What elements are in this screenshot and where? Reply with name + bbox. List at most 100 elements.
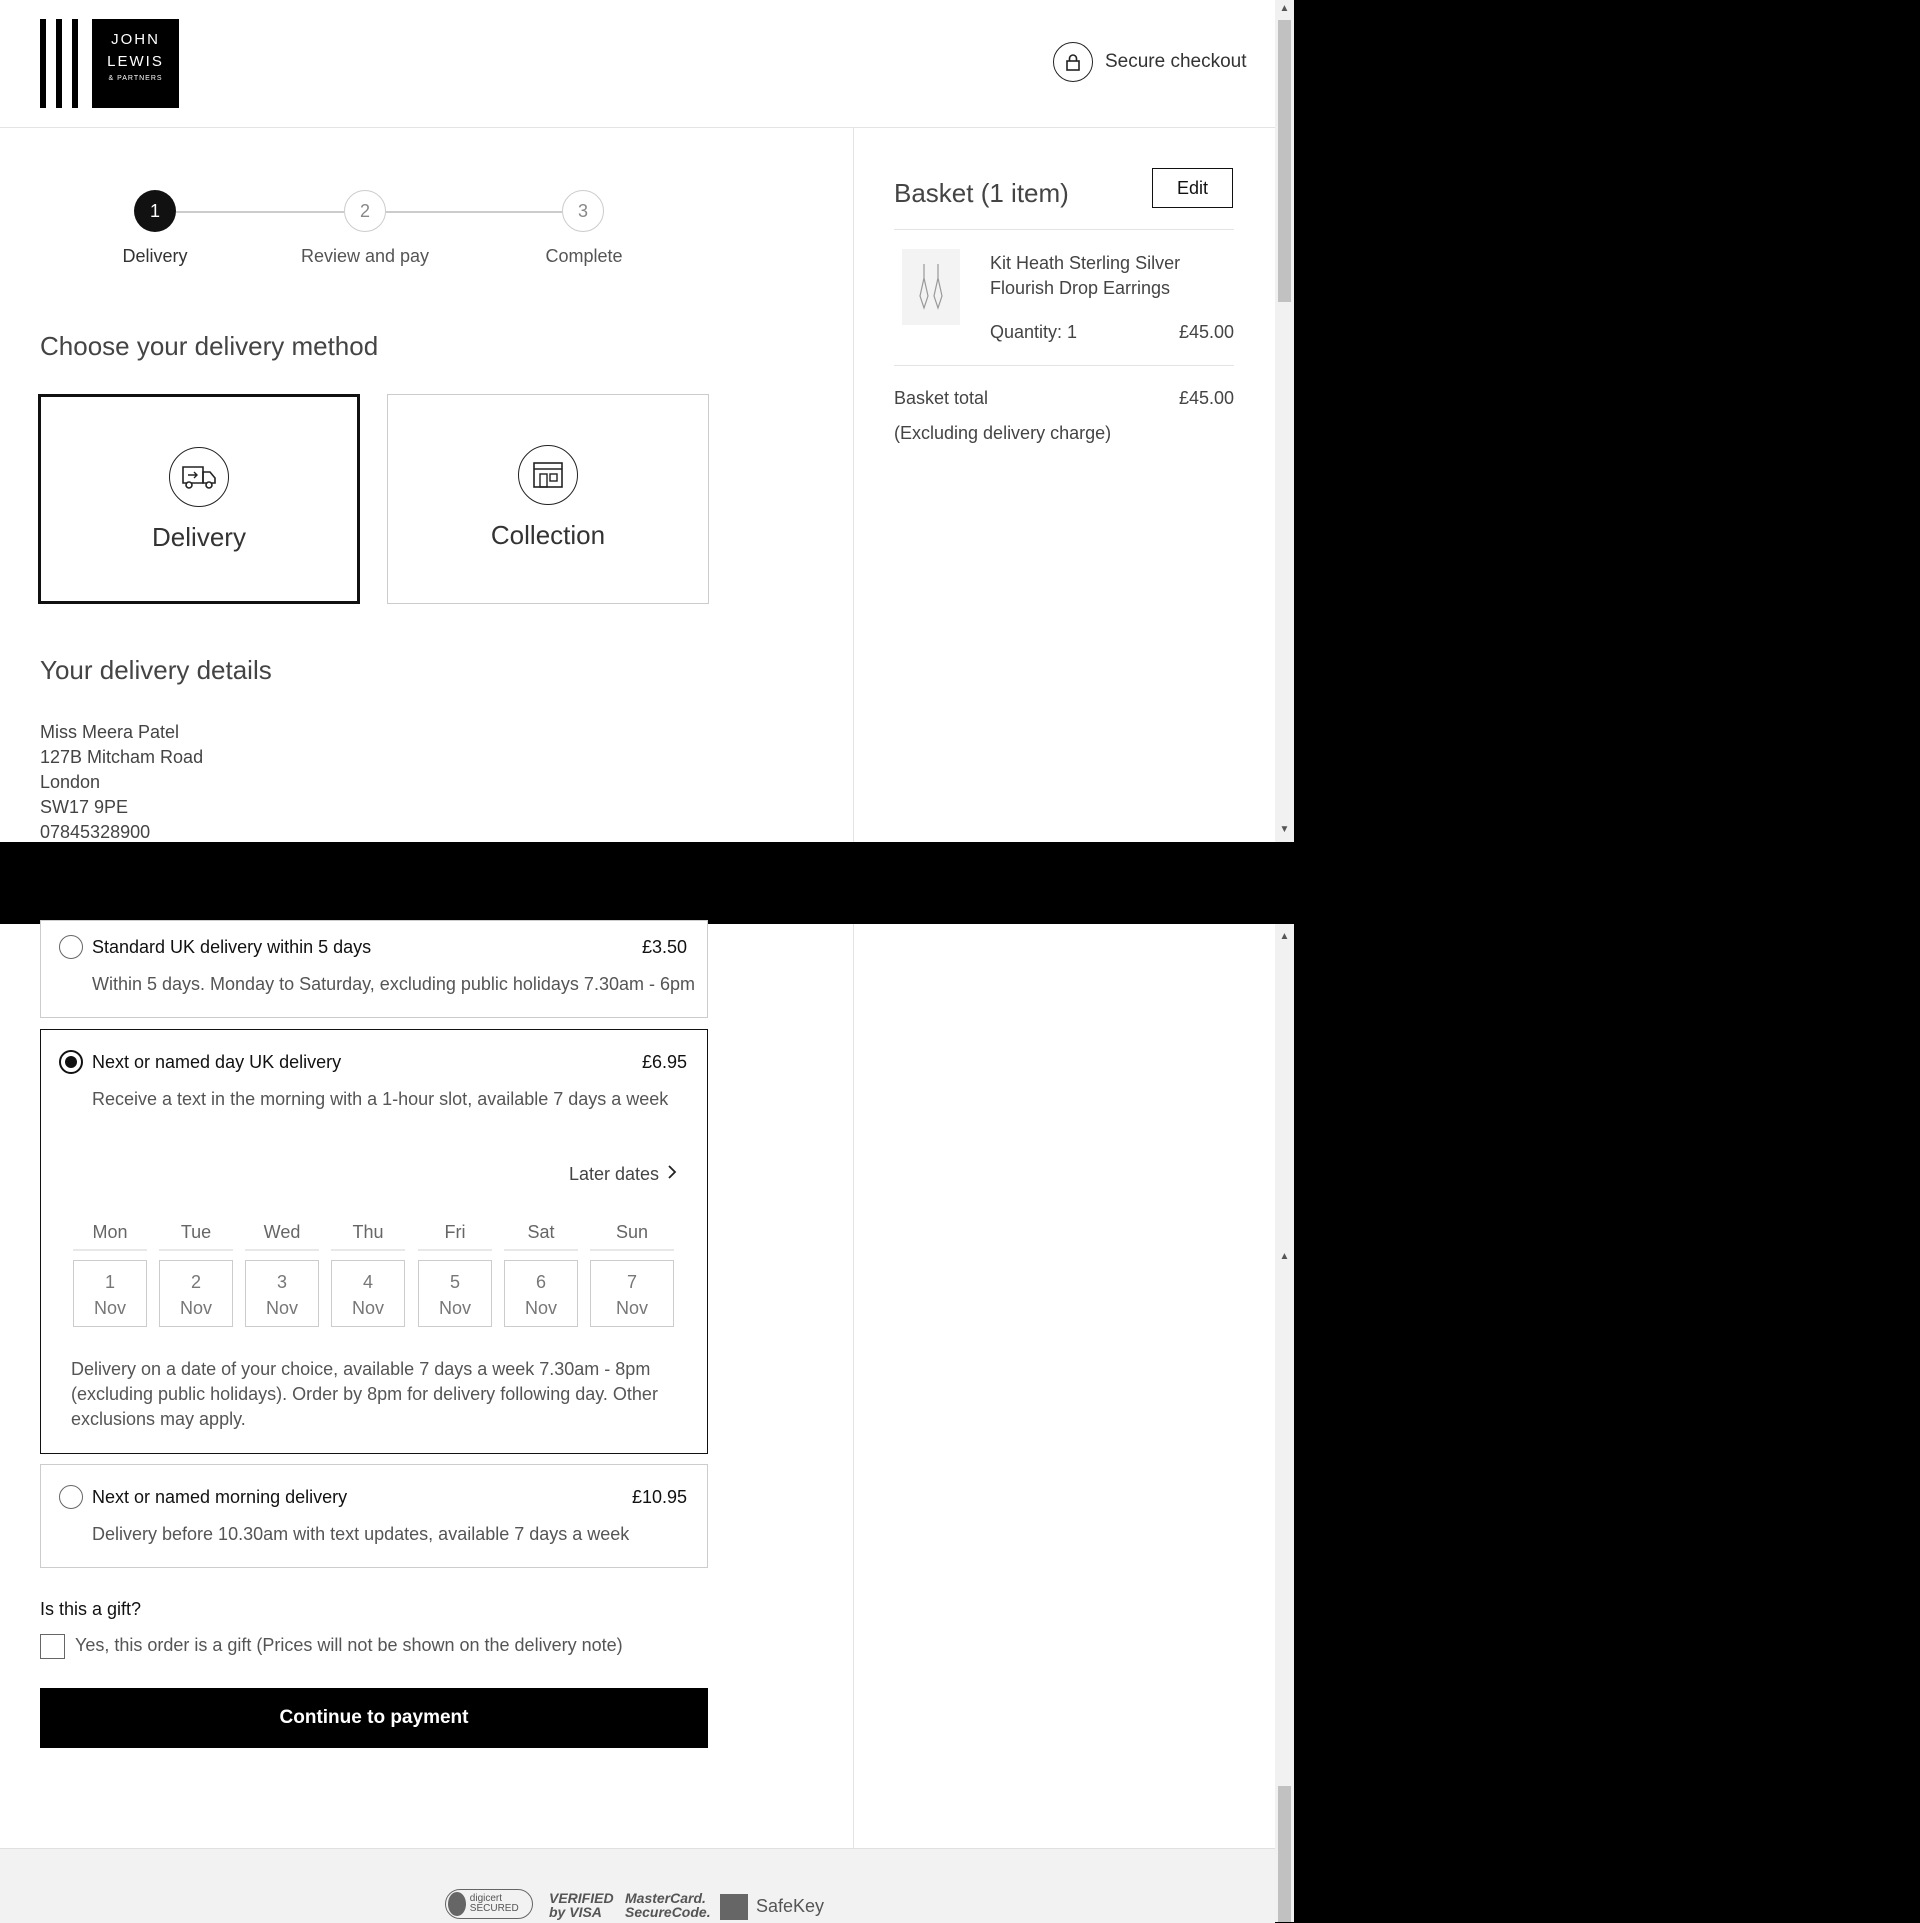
basket-total-value: £45.00 [1178, 388, 1234, 408]
radio-morning[interactable] [59, 1485, 83, 1509]
day-name: Sun [590, 1222, 674, 1251]
date-cell[interactable]: 1 Nov [73, 1260, 147, 1327]
scroll-up-arrow[interactable]: ▲ [1277, 930, 1292, 944]
logo-bar [56, 19, 62, 108]
product-name[interactable]: Kit Heath Sterling Silver Flourish Drop … [990, 251, 1180, 301]
delivery-method-collection[interactable]: Collection [387, 394, 709, 604]
date-cell[interactable]: 5 Nov [418, 1260, 492, 1327]
later-dates-link[interactable]: Later dates [569, 1164, 677, 1185]
basket-divider [894, 229, 1234, 230]
note-line: Delivery on a date of your choice, avail… [71, 1359, 651, 1379]
date-cell[interactable]: 3 Nov [245, 1260, 319, 1327]
basket-title: Basket (1 item) [894, 178, 1069, 208]
delivery-option-next-day[interactable] [40, 1029, 708, 1133]
gift-checkbox-label[interactable]: Yes, this order is a gift (Prices will n… [75, 1635, 623, 1656]
date-month: Nov [265, 1298, 298, 1318]
step-connector [176, 211, 344, 213]
column-divider [853, 924, 854, 1848]
scroll-up-arrow[interactable]: ▲ [1277, 1250, 1292, 1264]
option-description: Delivery before 10.30am with text update… [92, 1524, 630, 1544]
address-postcode: SW17 9PE [40, 797, 129, 817]
day-name: Fri [418, 1222, 492, 1251]
delivery-van-icon [169, 447, 229, 507]
scrollbar-thumb[interactable] [1278, 20, 1291, 302]
basket-total-label: Basket total [894, 388, 989, 408]
logo-wordmark: JOHN LEWIS & PARTNERS [92, 19, 179, 108]
step-connector [386, 211, 562, 213]
step-number: 3 [577, 200, 588, 221]
step-3-label: Complete [545, 246, 623, 266]
date-month: Nov [351, 1298, 384, 1318]
radio-next-day[interactable] [59, 1050, 83, 1074]
continue-to-payment-button[interactable]: Continue to payment [40, 1688, 708, 1748]
option-price: £6.95 [641, 1052, 687, 1072]
store-icon [518, 445, 578, 505]
step-3-indicator: 3 [562, 190, 604, 232]
step-1-label: Delivery [122, 246, 188, 266]
address-name: Miss Meera Patel [40, 722, 180, 742]
header-divider [0, 127, 1275, 128]
date-number: 5 [449, 1272, 460, 1292]
product-thumbnail[interactable] [902, 249, 960, 325]
date-cell[interactable]: 7 Nov [590, 1260, 674, 1327]
note-line: (excluding public holidays). Order by 8p… [71, 1384, 658, 1404]
delivery-address: Miss Meera Patel 127B Mitcham Road Londo… [40, 720, 203, 842]
logo-text: LEWIS [107, 53, 164, 70]
option-price: £3.50 [641, 937, 687, 957]
john-lewis-logo[interactable]: JOHN LEWIS & PARTNERS [40, 19, 179, 108]
delivery-method-label: Collection [490, 520, 606, 550]
radio-standard[interactable] [59, 935, 83, 959]
option-description: Receive a text in the morning with a 1-h… [92, 1089, 669, 1109]
later-dates-label: Later dates [569, 1164, 660, 1184]
date-cell[interactable]: 4 Nov [331, 1260, 405, 1327]
date-number: 7 [626, 1272, 637, 1292]
step-2-indicator: 2 [344, 190, 386, 232]
digicert-lock-icon [448, 1892, 466, 1916]
date-number: 1 [104, 1272, 115, 1292]
amex-icon [720, 1894, 748, 1920]
scroll-up-arrow[interactable]: ▲ [1277, 2, 1292, 16]
digicert-badge: digicert SECURED [445, 1889, 533, 1919]
gift-checkbox[interactable] [40, 1634, 65, 1659]
date-number: 4 [362, 1272, 373, 1292]
column-divider [853, 128, 854, 842]
option-title: Standard UK delivery within 5 days [92, 937, 372, 957]
date-month: Nov [615, 1298, 648, 1318]
step-1-indicator: 1 [134, 190, 176, 232]
note-line: exclusions may apply. [71, 1409, 246, 1429]
address-city: London [40, 772, 101, 792]
edit-basket-button[interactable]: Edit [1152, 168, 1233, 208]
date-month: Nov [524, 1298, 557, 1318]
step-number: 1 [149, 200, 160, 221]
date-number: 3 [276, 1272, 287, 1292]
delivery-option-standard[interactable] [40, 920, 708, 1018]
scrollbar-thumb[interactable] [1278, 1786, 1291, 1922]
delivery-method-heading: Choose your delivery method [40, 331, 379, 361]
gift-heading: Is this a gift? [40, 1599, 142, 1619]
secure-checkout-label: Secure checkout [1105, 51, 1247, 72]
checkout-top-view: JOHN LEWIS & PARTNERS Secure checkout 1 … [0, 0, 1294, 842]
scroll-down-arrow[interactable]: ▼ [1277, 823, 1292, 837]
date-cell[interactable]: 6 Nov [504, 1260, 578, 1327]
date-cell[interactable]: 2 Nov [159, 1260, 233, 1327]
digicert-text: digicert SECURED [469, 1893, 519, 1914]
option-price: £10.95 [631, 1487, 687, 1507]
date-month: Nov [179, 1298, 212, 1318]
logo-bar [72, 19, 78, 108]
delivery-method-label: Delivery [152, 522, 246, 552]
product-price: £45.00 [1178, 322, 1234, 342]
day-name: Thu [331, 1222, 405, 1251]
secure-checkout: Secure checkout [1053, 42, 1247, 82]
delivery-method-delivery[interactable]: Delivery [38, 394, 360, 604]
scrollbar-track[interactable] [1275, 924, 1294, 1922]
logo-bar [40, 19, 46, 108]
day-name: Mon [73, 1222, 147, 1251]
basket-total-note: (Excluding delivery charge) [894, 423, 1112, 443]
product-name-line: Kit Heath Sterling Silver [990, 253, 1181, 273]
option-title: Next or named morning delivery [92, 1487, 348, 1507]
logo-text: & PARTNERS [108, 75, 163, 82]
delivery-option-morning[interactable] [40, 1464, 708, 1568]
logo-text: JOHN [111, 31, 160, 48]
product-quantity: Quantity: 1 [990, 322, 1078, 342]
address-street: 127B Mitcham Road [40, 747, 204, 767]
